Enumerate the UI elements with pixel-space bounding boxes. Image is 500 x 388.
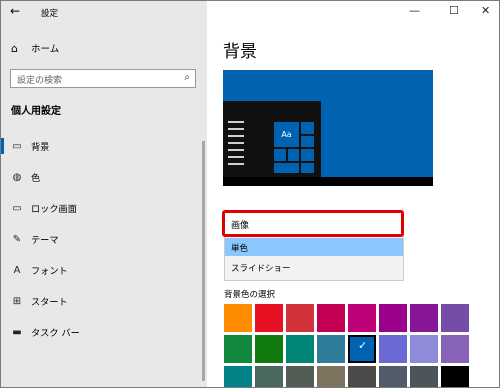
tile: [301, 163, 314, 173]
sidebar-item-background[interactable]: ▭ 背景: [1, 135, 207, 157]
color-swatch[interactable]: [317, 366, 345, 387]
color-swatch[interactable]: [255, 366, 283, 387]
search-placeholder: 設定の検索: [17, 76, 63, 86]
sidebar-item-start[interactable]: ⊞ スタート: [1, 290, 207, 312]
taskbar-preview: [223, 177, 433, 186]
font-icon: A: [13, 264, 21, 276]
main-panel: — ☐ ✕ 背景 Aa 単色 スライドショー 画像 背景色の選択 ✓: [207, 1, 499, 387]
sidebar-item-label: タスク バー: [31, 328, 80, 339]
color-swatch[interactable]: [379, 335, 407, 363]
color-swatch[interactable]: [286, 304, 314, 332]
color-swatch[interactable]: ✓: [348, 335, 376, 363]
option-picture[interactable]: 画像: [222, 210, 404, 237]
color-swatch[interactable]: [224, 304, 252, 332]
color-swatch[interactable]: [348, 366, 376, 387]
search-icon: ⌕: [184, 72, 190, 83]
background-type-dropdown: 単色 スライドショー: [224, 233, 404, 281]
minimize-icon[interactable]: —: [409, 4, 420, 17]
color-swatch[interactable]: [224, 366, 252, 387]
sidebar-scrollbar[interactable]: [202, 141, 205, 381]
tile: [301, 136, 314, 147]
sidebar-item-label: 背景: [31, 142, 50, 153]
sidebar-item-label: フォント: [31, 266, 68, 277]
home-label: ホーム: [31, 44, 60, 55]
sidebar-item-label: ロック画面: [31, 204, 77, 215]
palette-icon: ◍: [12, 171, 22, 183]
menu-line: [228, 142, 244, 144]
settings-window: ← 設定 ⌂ ホーム 設定の検索 ⌕ 個人用設定 ▭ 背景 ◍ 色 ▭ ロック画…: [0, 0, 500, 388]
menu-line: [228, 121, 244, 123]
sidebar-item-colors[interactable]: ◍ 色: [1, 166, 207, 188]
search-input[interactable]: 設定の検索 ⌕: [10, 69, 196, 88]
back-arrow-icon[interactable]: ←: [10, 4, 20, 18]
taskbar-icon: ▬: [12, 326, 22, 338]
color-swatch[interactable]: [286, 366, 314, 387]
home-icon: ⌂: [11, 41, 18, 55]
close-icon[interactable]: ✕: [481, 4, 490, 17]
option-solid-color[interactable]: 単色: [225, 238, 403, 256]
color-swatch[interactable]: [348, 304, 376, 332]
tile: [301, 149, 314, 161]
sidebar-item-themes[interactable]: ✎ テーマ: [1, 228, 207, 250]
background-preview: Aa: [223, 70, 433, 186]
menu-line: [228, 149, 244, 151]
tile: [274, 163, 299, 173]
color-swatch[interactable]: [410, 304, 438, 332]
start-menu-preview: Aa: [223, 101, 321, 177]
menu-line: [228, 156, 244, 158]
menu-line: [228, 163, 244, 165]
page-title: 背景: [223, 42, 257, 62]
start-icon: ⊞: [12, 295, 22, 307]
lock-screen-icon: ▭: [12, 202, 22, 214]
image-icon: ▭: [12, 140, 22, 152]
sidebar-item-label: スタート: [31, 297, 68, 308]
sidebar-item-label: 色: [31, 173, 41, 184]
color-swatch[interactable]: [379, 304, 407, 332]
color-swatch[interactable]: [255, 304, 283, 332]
home-link[interactable]: ⌂ ホーム: [11, 41, 60, 56]
color-swatch[interactable]: [441, 366, 469, 387]
tile-sample-text: Aa: [281, 130, 292, 139]
color-swatch[interactable]: [255, 335, 283, 363]
color-swatch[interactable]: [441, 335, 469, 363]
color-swatch[interactable]: [317, 335, 345, 363]
tile: [301, 122, 314, 134]
app-title: 設定: [41, 9, 59, 19]
color-picker-label: 背景色の選択: [224, 290, 276, 300]
sidebar-item-taskbar[interactable]: ▬ タスク バー: [1, 321, 207, 343]
sidebar-item-label: テーマ: [31, 235, 59, 246]
sidebar-item-lock-screen[interactable]: ▭ ロック画面: [1, 197, 207, 219]
section-title: 個人用設定: [11, 106, 61, 117]
color-swatch[interactable]: [410, 335, 438, 363]
sidebar: ← 設定 ⌂ ホーム 設定の検索 ⌕ 個人用設定 ▭ 背景 ◍ 色 ▭ ロック画…: [1, 1, 207, 387]
check-icon: ✓: [358, 339, 368, 352]
color-swatch[interactable]: [410, 366, 438, 387]
menu-line: [228, 128, 244, 130]
option-slideshow[interactable]: スライドショー: [225, 258, 403, 276]
tile: [288, 149, 299, 161]
menu-line: [228, 135, 244, 137]
color-swatch[interactable]: [224, 335, 252, 363]
color-swatch[interactable]: [317, 304, 345, 332]
theme-icon: ✎: [12, 233, 22, 245]
color-swatch[interactable]: [379, 366, 407, 387]
tile: [274, 149, 286, 161]
color-swatch[interactable]: [286, 335, 314, 363]
color-swatch[interactable]: [441, 304, 469, 332]
sidebar-item-fonts[interactable]: A フォント: [1, 259, 207, 281]
tile-sample: Aa: [274, 122, 299, 147]
maximize-icon[interactable]: ☐: [449, 4, 459, 17]
